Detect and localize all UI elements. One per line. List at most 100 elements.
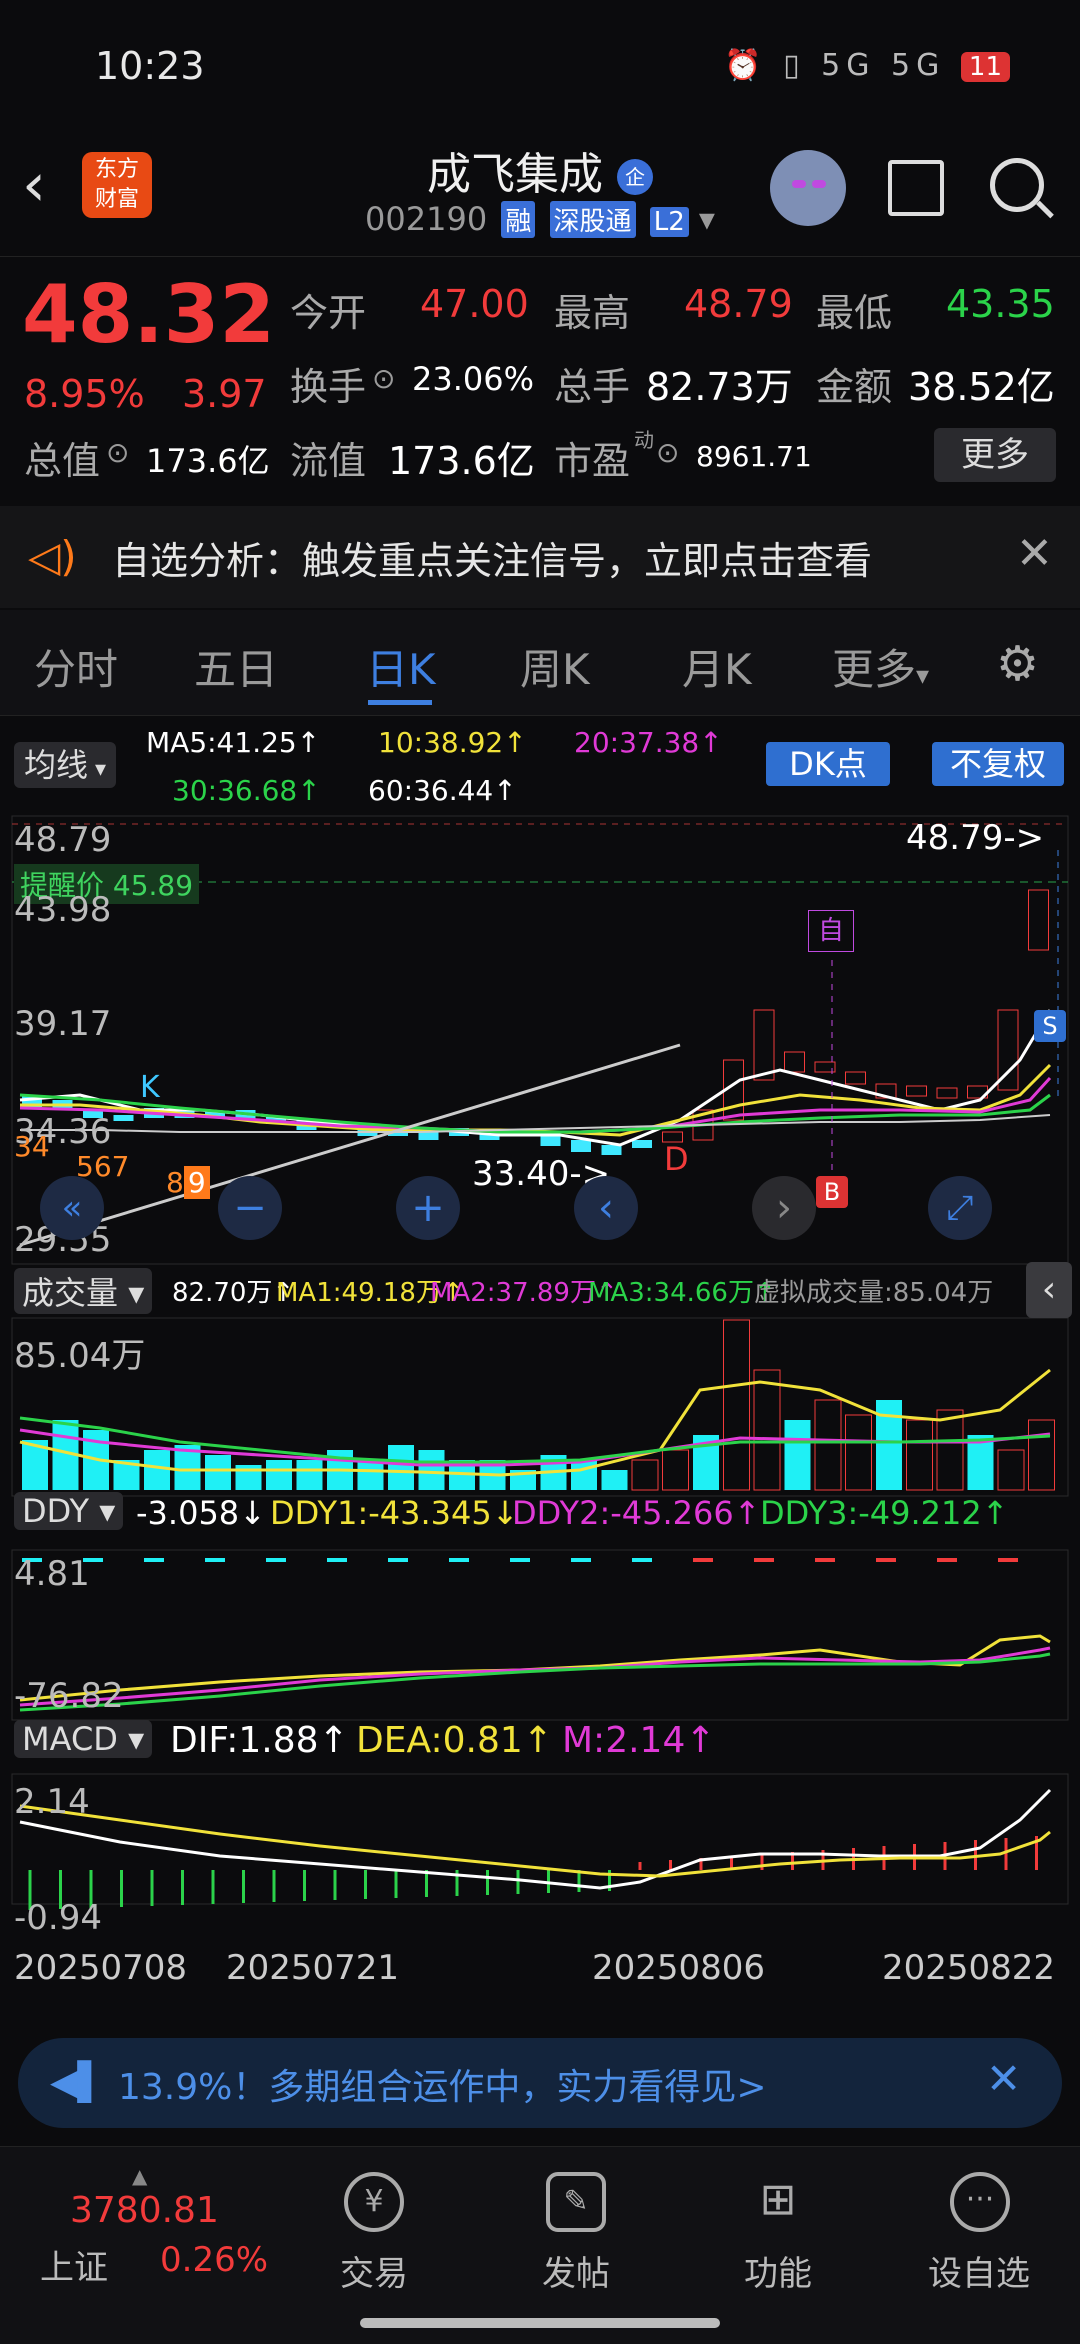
- gear-icon[interactable]: ⚙: [996, 636, 1039, 692]
- count-mark: 89: [166, 1166, 210, 1199]
- no-adjust-button[interactable]: 不复权: [932, 742, 1064, 786]
- ma5-line: [19, 1009, 1052, 1147]
- k-mark: K: [140, 1070, 160, 1105]
- pe-label: 市盈: [554, 439, 631, 483]
- y-label-2: 43.98: [14, 890, 112, 930]
- tab-more[interactable]: 更多▾: [832, 636, 929, 697]
- kline-chart[interactable]: [0, 810, 1080, 1940]
- volume-value: 82.73万: [646, 365, 793, 409]
- ddy-bar: [693, 1558, 713, 1562]
- ddy3-value: DDY3:-49.212↑: [760, 1494, 1009, 1532]
- volume-bar: [418, 1450, 445, 1490]
- macd-selector[interactable]: MACD ▾: [14, 1720, 153, 1758]
- battery-icon: 11: [960, 52, 1010, 82]
- ddy-bottom-label: -76.82: [14, 1676, 124, 1716]
- candle: [906, 1085, 927, 1097]
- ddy-selector[interactable]: DDY ▾: [14, 1492, 124, 1530]
- index-value[interactable]: 3780.81: [70, 2190, 219, 2231]
- nav-trade[interactable]: 交易: [340, 2246, 408, 2295]
- change-amount: 3.97: [182, 372, 267, 416]
- more-dots-icon[interactable]: ···: [950, 2172, 1010, 2232]
- volume-label: 总手: [554, 365, 631, 409]
- dea-line: [19, 1804, 1051, 1878]
- trade-icon[interactable]: ¥: [344, 2172, 404, 2232]
- info-icon[interactable]: ⊙: [656, 436, 679, 469]
- nav-function[interactable]: 功能: [744, 2246, 812, 2295]
- search-icon[interactable]: [990, 158, 1044, 212]
- last-price: 48.32: [22, 268, 276, 361]
- date-label: 20250806: [592, 1948, 766, 1988]
- pe-dynamic-mark: 动: [634, 428, 654, 452]
- amount-label: 金额: [816, 365, 893, 409]
- ma30-value: 30:36.68↑: [172, 774, 321, 807]
- assistant-robot-icon[interactable]: [770, 150, 846, 226]
- ma5-value: MA5:41.25↑: [146, 726, 321, 759]
- volume-bar: [631, 1459, 659, 1491]
- volume-bar: [784, 1420, 811, 1490]
- chevron-right-icon[interactable]: ›: [752, 1176, 816, 1240]
- nav-add-watchlist[interactable]: 设自选: [928, 2246, 1030, 2295]
- m-value: M:2.14↑: [562, 1720, 716, 1761]
- volume-bar: [936, 1409, 964, 1491]
- ddy-bar: [632, 1558, 652, 1562]
- index-name[interactable]: 上证: [40, 2240, 108, 2289]
- tab-intraday[interactable]: 分时: [34, 636, 118, 697]
- expand-icon[interactable]: ⤢: [928, 1176, 992, 1240]
- ddy-bar: [876, 1558, 896, 1562]
- volume-selector[interactable]: 成交量 ▾: [14, 1268, 153, 1314]
- rewind-icon[interactable]: «: [40, 1176, 104, 1240]
- date-label: 20250708: [14, 1948, 188, 1988]
- dk-point-button[interactable]: DK点: [766, 742, 890, 786]
- self-mark[interactable]: 自: [808, 910, 854, 952]
- ddy-bar: [144, 1558, 164, 1562]
- pe-value: 8961.71: [696, 440, 812, 473]
- collapse-icon[interactable]: ‹: [1026, 1262, 1072, 1318]
- grid-icon[interactable]: ⊞: [748, 2172, 808, 2232]
- volume-bar: [266, 1460, 292, 1490]
- volume-bar: [997, 1449, 1025, 1491]
- signal-icon: 5G: [891, 48, 946, 83]
- float-label: 流值: [290, 439, 367, 483]
- ma60-value: 60:36.44↑: [368, 774, 517, 807]
- index-pct[interactable]: 0.26%: [160, 2240, 268, 2280]
- open-value: 47.00: [420, 282, 529, 326]
- share-icon[interactable]: [888, 160, 944, 216]
- ma-selector[interactable]: 均线 ▾: [14, 742, 117, 788]
- alert-text[interactable]: 自选分析：触发重点关注信号，立即点击查看: [112, 530, 872, 585]
- high-label: 最高: [554, 291, 631, 335]
- home-indicator[interactable]: [360, 2318, 720, 2328]
- date-label: 20250822: [882, 1948, 1056, 1988]
- tab-weekly-k[interactable]: 周K: [520, 636, 590, 697]
- edit-icon[interactable]: ✎: [546, 2172, 606, 2232]
- amount-value: 38.52亿: [908, 365, 1055, 409]
- buy-mark[interactable]: B: [816, 1176, 848, 1208]
- volume-bar: [296, 1460, 323, 1490]
- ddy-bar: [510, 1558, 530, 1562]
- tab-five-day[interactable]: 五日: [194, 636, 278, 697]
- volume-bar: [814, 1399, 842, 1491]
- candle: [632, 1140, 652, 1148]
- ddy-bar: [754, 1558, 774, 1562]
- candle: [784, 1051, 805, 1073]
- sell-mark[interactable]: S: [1034, 1010, 1066, 1042]
- chevron-left-icon[interactable]: ‹: [574, 1176, 638, 1240]
- tab-monthly-k[interactable]: 月K: [682, 636, 752, 697]
- nav-post[interactable]: 发帖: [542, 2246, 610, 2295]
- zoom-out-icon[interactable]: −: [218, 1176, 282, 1240]
- low-value: 43.35: [946, 282, 1055, 326]
- ddy1-line: [19, 1634, 1051, 1702]
- volume-bar: [571, 1460, 597, 1490]
- volume-bar: [845, 1414, 872, 1491]
- close-icon[interactable]: ✕: [986, 2054, 1021, 2103]
- info-icon[interactable]: ⊙: [106, 436, 129, 469]
- volume-bar: [662, 1449, 689, 1491]
- candle: [845, 1071, 866, 1085]
- zoom-in-icon[interactable]: +: [396, 1176, 460, 1240]
- tab-daily-k[interactable]: 日K: [366, 636, 436, 697]
- volume-bar: [144, 1450, 170, 1490]
- close-icon[interactable]: ✕: [1016, 528, 1053, 579]
- banner-text[interactable]: 13.9%！多期组合运作中，实力看得见>: [118, 2058, 767, 2110]
- ma10-value: 10:38.92↑: [378, 726, 527, 759]
- more-button[interactable]: 更多: [934, 428, 1056, 482]
- info-icon[interactable]: ⊙: [372, 362, 395, 395]
